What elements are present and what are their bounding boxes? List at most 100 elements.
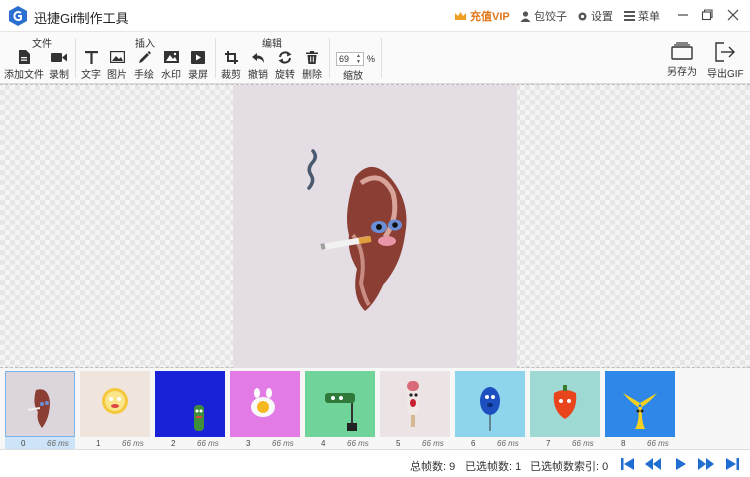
vip-button[interactable]: 充值VIP (454, 0, 510, 32)
crown-icon (455, 11, 466, 20)
frame-duration: 66 ms (347, 439, 369, 448)
group-label-file: 文件 (32, 39, 52, 50)
frame-index: 2 (171, 439, 176, 448)
frame-duration: 66 ms (422, 439, 444, 448)
frame-preview (230, 371, 300, 437)
vip-label: 充值VIP (470, 11, 510, 23)
zoom-label: 缩放 (343, 71, 363, 82)
maximize-icon[interactable] (700, 8, 714, 22)
frame-thumbnail[interactable]: 3 66 ms (230, 371, 300, 449)
text-tool-label: 文字 (81, 70, 101, 81)
screen-record-label: 录屏 (188, 70, 208, 81)
frame-preview (305, 371, 375, 437)
frame-index: 6 (471, 439, 476, 448)
frame-duration: 66 ms (647, 439, 669, 448)
group-label-insert: 插入 (135, 39, 155, 50)
frame-index: 8 (621, 439, 626, 448)
previous-frame-icon[interactable] (645, 457, 661, 471)
toolbar-divider (381, 38, 382, 78)
menu-label: 菜单 (638, 11, 660, 23)
watermark-tool-label: 水印 (161, 70, 181, 81)
frame-duration: 66 ms (497, 439, 519, 448)
frame-thumbnail[interactable]: 8 66 ms (605, 371, 675, 449)
export-gif-button[interactable]: 导出GIF (707, 42, 744, 80)
frame-preview (380, 371, 450, 437)
app-logo-icon (9, 6, 27, 26)
next-frame-icon[interactable] (698, 457, 714, 471)
export-gif-label: 导出GIF (707, 69, 744, 80)
editing-canvas[interactable] (0, 84, 750, 369)
watermark-tool-button[interactable]: 水印 (156, 50, 186, 81)
file-icon (16, 50, 32, 64)
zoom-unit: % (367, 54, 376, 64)
export-icon (715, 42, 736, 62)
minimize-icon[interactable] (676, 8, 690, 22)
frame-filmstrip: 0 66 ms 1 66 ms 2 66 ms 3 66 ms 4 66 ms (0, 368, 750, 450)
toolbar: 文件 插入 编辑 添加文件 录制 文字 图片 手绘 水印 录屏 裁剪 撤销 旋转 (0, 32, 750, 84)
frame-duration: 66 ms (272, 439, 294, 448)
delete-button[interactable]: 删除 (297, 50, 327, 81)
group-label-edit: 编辑 (262, 39, 282, 50)
undo-button[interactable]: 撤销 (243, 50, 273, 81)
rotate-button[interactable]: 旋转 (270, 50, 300, 81)
image-tool-label: 图片 (107, 70, 127, 81)
frame-preview (455, 371, 525, 437)
frame-index: 5 (396, 439, 401, 448)
add-file-button[interactable]: 添加文件 (4, 50, 44, 81)
film-icon (190, 50, 206, 64)
settings-button[interactable]: 设置 (577, 0, 613, 32)
user-button[interactable]: 包饺子 (520, 0, 567, 32)
image-tool-button[interactable]: 图片 (102, 50, 132, 81)
menu-button[interactable]: 菜单 (624, 0, 660, 32)
frame-thumbnail[interactable]: 2 66 ms (155, 371, 225, 449)
screen-record-button[interactable]: 录屏 (183, 50, 213, 81)
video-camera-icon (51, 50, 67, 64)
bacon-character-illustration (307, 149, 407, 311)
frame-thumbnail[interactable]: 5 66 ms (380, 371, 450, 449)
undo-label: 撤销 (248, 70, 268, 81)
zoom-stepper[interactable]: ▲ ▼ (356, 53, 361, 65)
crop-button[interactable]: 裁剪 (216, 50, 246, 81)
rotate-label: 旋转 (275, 70, 295, 81)
last-frame-icon[interactable] (724, 457, 740, 471)
save-as-button[interactable]: 另存为 (667, 42, 697, 78)
watermark-icon (163, 50, 179, 64)
settings-label: 设置 (591, 11, 613, 23)
frame-thumbnail[interactable]: 0 66 ms (5, 371, 75, 449)
record-label: 录制 (49, 70, 69, 81)
frame-duration: 66 ms (572, 439, 594, 448)
pencil-icon (136, 50, 152, 64)
play-icon[interactable] (673, 457, 689, 471)
frame-duration: 66 ms (197, 439, 219, 448)
draw-tool-button[interactable]: 手绘 (129, 50, 159, 81)
crop-icon (223, 50, 239, 64)
frame-preview (80, 371, 150, 437)
frame-thumbnail[interactable]: 7 66 ms (530, 371, 600, 449)
frame-thumbnail[interactable]: 6 66 ms (455, 371, 525, 449)
frame-preview (605, 371, 675, 437)
gear-icon (578, 12, 587, 20)
save-as-label: 另存为 (667, 67, 697, 78)
first-frame-icon[interactable] (620, 457, 636, 471)
draw-tool-label: 手绘 (134, 70, 154, 81)
frame-index: 0 (21, 439, 26, 448)
save-as-icon (671, 42, 693, 60)
frame-preview (155, 371, 225, 437)
undo-icon (250, 50, 266, 64)
text-icon (83, 50, 99, 64)
user-icon (520, 10, 531, 22)
frame-preview (5, 371, 75, 437)
toolbar-divider (329, 38, 330, 78)
frame-index: 7 (546, 439, 551, 448)
frame-index: 1 (96, 439, 101, 448)
add-file-label: 添加文件 (4, 70, 44, 81)
frame-index: 4 (321, 439, 326, 448)
selected-frames: 已选帧数: 1 (465, 461, 522, 473)
frame-duration: 66 ms (122, 439, 144, 448)
frame-thumbnail[interactable]: 4 66 ms (305, 371, 375, 449)
frame-thumbnail[interactable]: 1 66 ms (80, 371, 150, 449)
record-button[interactable]: 录制 (44, 50, 74, 81)
crop-label: 裁剪 (221, 70, 241, 81)
app-title: 迅捷Gif制作工具 (34, 11, 129, 26)
close-icon[interactable] (726, 8, 740, 22)
